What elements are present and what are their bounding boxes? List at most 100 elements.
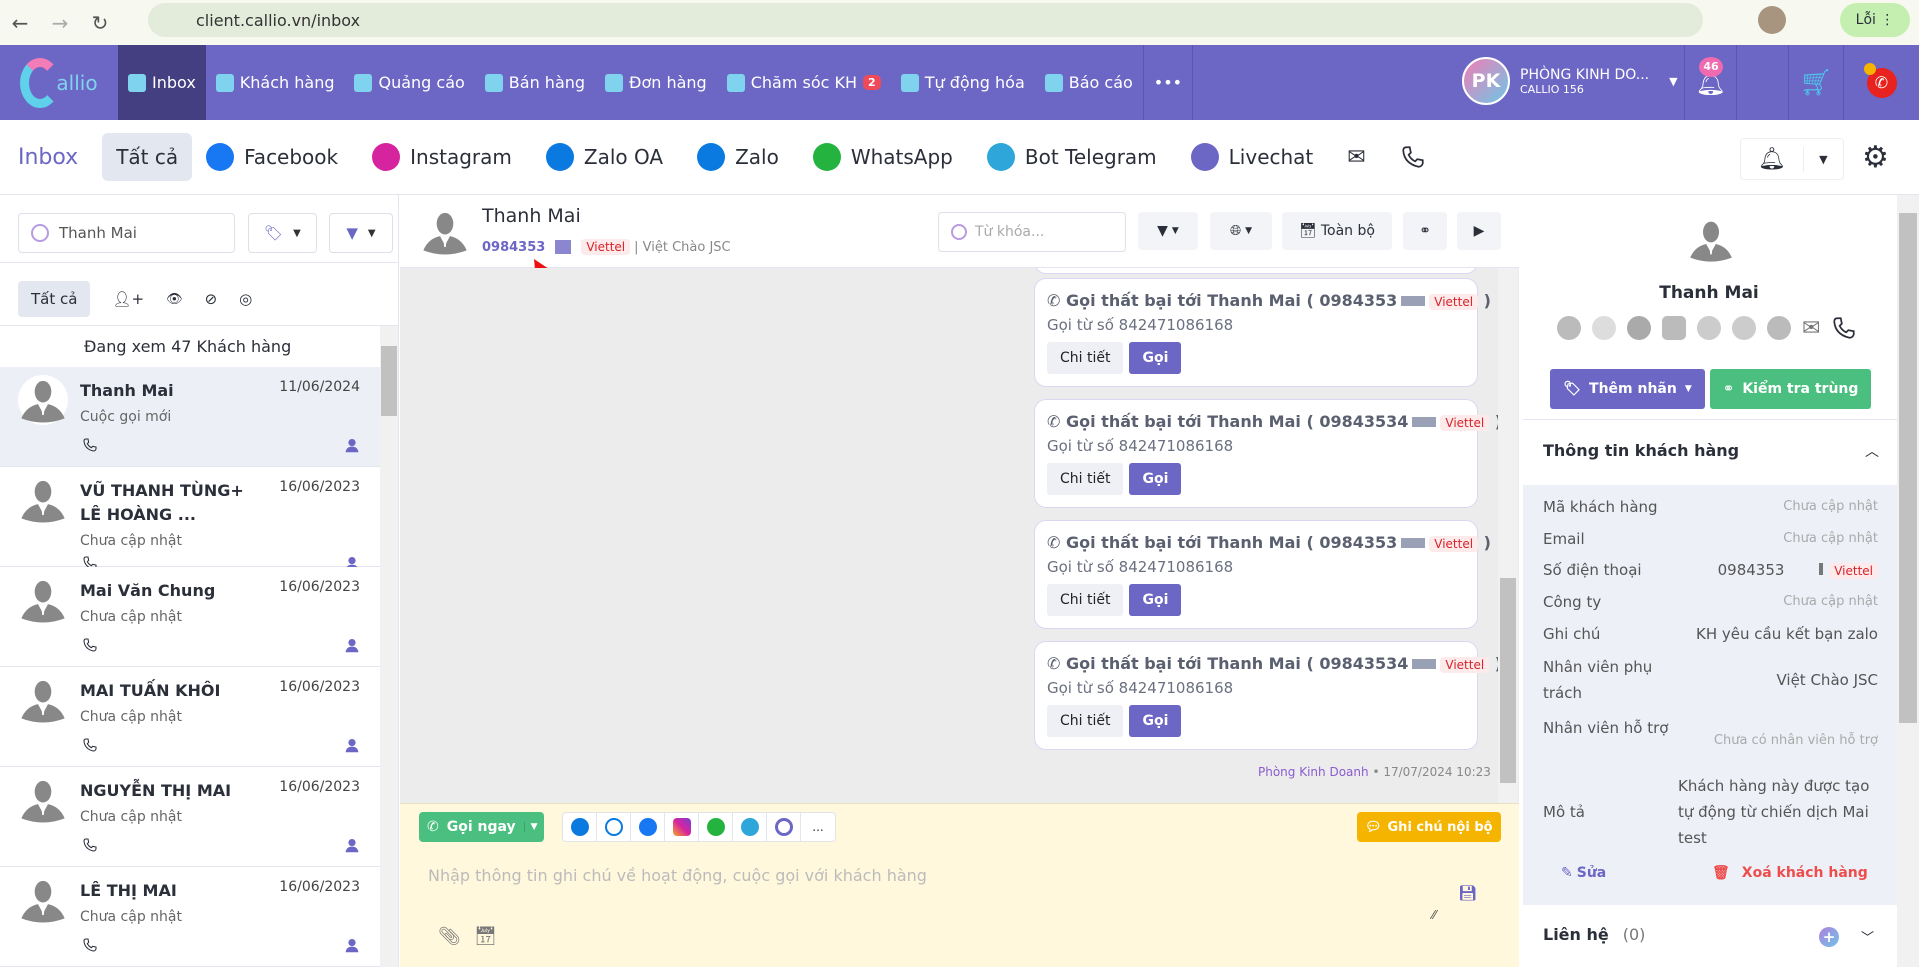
- channel-tab[interactable]: Facebook: [206, 143, 338, 171]
- message-scrollbar[interactable]: [1498, 268, 1518, 803]
- softphone-button[interactable]: ✆: [1843, 45, 1919, 120]
- note-textarea[interactable]: Nhập thông tin ghi chú về hoạt động, cuộ…: [428, 866, 1428, 946]
- channel-tab[interactable]: WhatsApp: [812, 143, 953, 171]
- attachment-icon[interactable]: 📎︎: [438, 926, 461, 947]
- detail-button[interactable]: Chi tiết: [1047, 463, 1124, 495]
- message-search-input[interactable]: Từ khóa...: [938, 212, 1126, 252]
- address-bar[interactable]: client.callio.vn/inbox: [148, 3, 1703, 37]
- telegram-icon[interactable]: [733, 813, 767, 841]
- channel-tab[interactable]: Bot Telegram: [986, 143, 1157, 171]
- profile-error-button[interactable]: Lỗi ⋮: [1840, 3, 1910, 37]
- nav-item[interactable]: Quảng cáo: [344, 45, 474, 120]
- bell-icon[interactable]: 🔔︎: [1741, 146, 1804, 172]
- email-icon[interactable]: ✉: [1802, 316, 1820, 341]
- instagram-icon[interactable]: [665, 813, 699, 841]
- contact-list-item[interactable]: VŨ THANH TÙNG+ LÊ HOÀNG ... 16/06/2023 C…: [0, 467, 380, 567]
- date-range-button[interactable]: 📅︎ Toàn bộ: [1282, 212, 1392, 250]
- telegram-icon[interactable]: [1732, 316, 1756, 340]
- support-button[interactable]: [1736, 45, 1788, 120]
- chevron-down-icon[interactable]: ▼: [1804, 153, 1843, 166]
- detail-button[interactable]: Chi tiết: [1047, 342, 1124, 374]
- more-channels-button[interactable]: ...: [801, 813, 835, 841]
- notification-settings[interactable]: 🔔︎ ▼: [1740, 138, 1844, 180]
- resize-handle[interactable]: ⁄⁄: [1432, 908, 1436, 922]
- zalo-oa-icon[interactable]: [1557, 316, 1581, 340]
- calendar-add-icon[interactable]: 📅︎: [474, 926, 497, 947]
- save-icon[interactable]: 💾︎: [1458, 884, 1477, 902]
- zalo-icon[interactable]: [1592, 316, 1616, 340]
- cart-icon[interactable]: 🛒︎: [1788, 45, 1843, 120]
- whatsapp-icon[interactable]: [699, 813, 733, 841]
- gear-icon[interactable]: ⚙: [1862, 140, 1889, 175]
- link-icon[interactable]: ⚭: [1403, 212, 1447, 250]
- contact-phone-link[interactable]: 0984353: [482, 240, 545, 255]
- phone-channel-icon[interactable]: [1400, 144, 1426, 170]
- reload-icon[interactable]: ↻: [88, 11, 112, 35]
- check-duplicate-button[interactable]: ⚭ Kiểm tra trùng: [1710, 369, 1871, 409]
- whatsapp-icon[interactable]: [1697, 316, 1721, 340]
- play-icon[interactable]: ▶: [1457, 212, 1501, 250]
- contact-list-item[interactable]: Mai Văn Chung 16/06/2023 Chưa cập nhật: [0, 567, 380, 667]
- edit-button[interactable]: ✎ Sửa: [1561, 865, 1606, 881]
- call-button[interactable]: Gọi: [1129, 342, 1182, 374]
- channel-tab[interactable]: Zalo OA: [545, 143, 663, 171]
- contact-date: 16/06/2023: [279, 879, 360, 895]
- add-contact-icon[interactable]: +: [1819, 927, 1839, 947]
- callio-logo[interactable]: allio: [0, 45, 118, 120]
- delete-customer-button[interactable]: 🗑︎ Xoá khách hàng: [1712, 865, 1868, 881]
- filter-button[interactable]: ▼ ▼: [329, 213, 393, 253]
- contact-list-item[interactable]: NGUYỄN THỊ MAI 16/06/2023 Chưa cập nhật: [0, 767, 380, 867]
- nav-item[interactable]: Bán hàng: [475, 45, 595, 120]
- channel-tab[interactable]: Zalo: [697, 143, 779, 171]
- tag-filter-button[interactable]: 🏷︎ ▼: [248, 213, 317, 253]
- detail-button[interactable]: Chi tiết: [1047, 584, 1124, 616]
- more-menu-button[interactable]: •••: [1142, 45, 1194, 120]
- chevron-down-icon[interactable]: ▼: [523, 822, 544, 832]
- livechat-icon[interactable]: [767, 813, 801, 841]
- forward-icon[interactable]: →: [48, 11, 72, 35]
- phone-icon[interactable]: [1831, 315, 1857, 341]
- contact-list-scrollbar[interactable]: [380, 326, 398, 967]
- add-tag-button[interactable]: 🏷︎ Thêm nhãn ▼: [1550, 369, 1705, 409]
- call-now-button[interactable]: ✆ Gọi ngay ▼: [419, 812, 544, 842]
- email-channel-icon[interactable]: ✉: [1347, 145, 1365, 170]
- instagram-icon[interactable]: [1662, 316, 1686, 340]
- channel-filter-button[interactable]: 🌐︎ ▼: [1210, 212, 1272, 250]
- tab-all[interactable]: Tất cả: [18, 281, 91, 317]
- detail-button[interactable]: Chi tiết: [1047, 705, 1124, 737]
- nav-item[interactable]: Báo cáo: [1035, 45, 1143, 120]
- livechat-icon[interactable]: [1767, 316, 1791, 340]
- internal-note-button[interactable]: 💬︎ Ghi chú nội bộ: [1357, 812, 1501, 842]
- nav-item[interactable]: Tự động hóa: [891, 45, 1035, 120]
- no-reply-icon[interactable]: ⊘: [205, 290, 218, 308]
- chevron-up-icon[interactable]: ︿: [1865, 441, 1879, 461]
- contact-search-input[interactable]: Thanh Mai: [18, 213, 235, 253]
- message-filter-button[interactable]: ▼ ▼: [1138, 212, 1198, 250]
- facebook-icon[interactable]: [1627, 316, 1651, 340]
- panel-scrollbar[interactable]: [1897, 195, 1919, 967]
- channel-tab[interactable]: Instagram: [372, 143, 512, 171]
- contact-list-item[interactable]: MAI TUẤN KHÔI 16/06/2023 Chưa cập nhật: [0, 667, 380, 767]
- call-button[interactable]: Gọi: [1129, 584, 1182, 616]
- notifications-button[interactable]: 🔔︎ 46: [1684, 45, 1736, 120]
- channel-tab[interactable]: Livechat: [1190, 143, 1313, 171]
- nav-item[interactable]: Đơn hàng: [595, 45, 717, 120]
- zalo-icon[interactable]: [597, 813, 631, 841]
- channel-tab-all[interactable]: Tất cả: [102, 133, 193, 181]
- nav-item[interactable]: Khách hàng: [206, 45, 345, 120]
- unread-eye-icon[interactable]: 👁︎: [166, 292, 183, 307]
- zalo-oa-icon[interactable]: [563, 813, 597, 841]
- contact-list-item[interactable]: LÊ THỊ MAI 16/06/2023 Chưa cập nhật: [0, 867, 380, 967]
- call-button[interactable]: Gọi: [1129, 705, 1182, 737]
- call-button[interactable]: Gọi: [1129, 463, 1182, 495]
- support-ring-icon[interactable]: ◎: [239, 290, 252, 308]
- assign-user-icon[interactable]: 👤︎+: [112, 290, 144, 308]
- account-switcher[interactable]: PK PHÒNG KINH DO... CALLIO 156 ▼: [1462, 57, 1678, 105]
- nav-item[interactable]: Chăm sóc KH 2: [717, 45, 891, 120]
- back-icon[interactable]: ←: [8, 11, 32, 35]
- facebook-icon[interactable]: [631, 813, 665, 841]
- contact-list-item[interactable]: Thanh Mai 11/06/2024 Cuộc gọi mới: [0, 367, 380, 467]
- chevron-down-icon[interactable]: ﹀: [1861, 927, 1874, 946]
- nav-item[interactable]: Inbox: [118, 45, 206, 120]
- profile-avatar[interactable]: [1758, 6, 1786, 34]
